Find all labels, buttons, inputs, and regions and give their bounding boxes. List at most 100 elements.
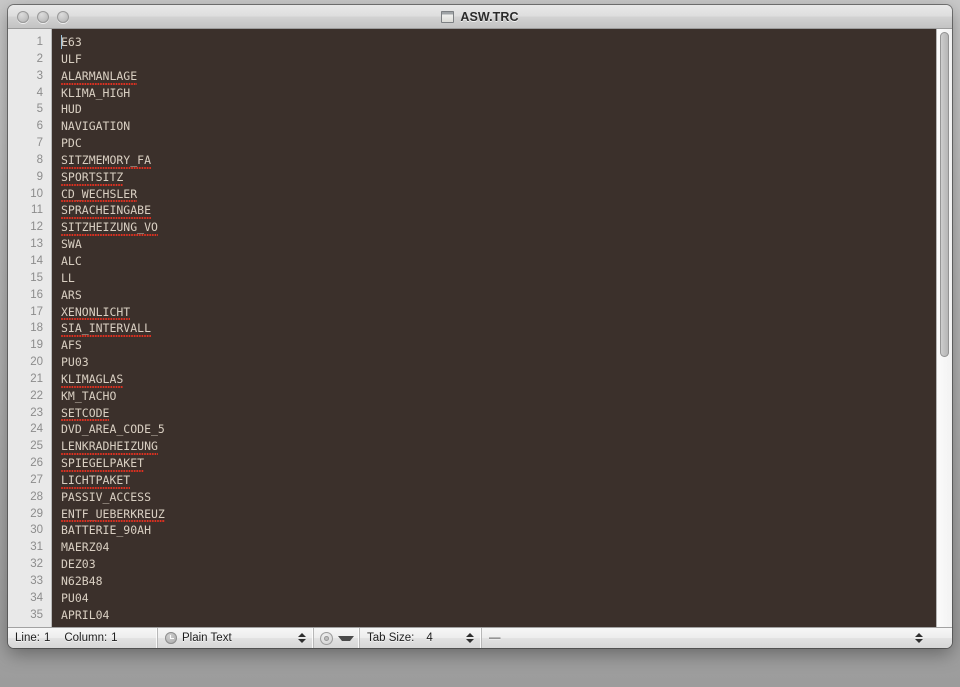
syntax-mode-value: Plain Text [182, 632, 232, 644]
code-line[interactable]: LICHTPAKET [61, 472, 936, 489]
code-line[interactable]: SITZMEMORY_FA [61, 152, 936, 169]
line-number: 29 [30, 507, 43, 520]
code-line[interactable]: DVD_AREA_CODE_5 [61, 421, 936, 438]
line-number: 1 [36, 36, 43, 48]
syntax-mode-selector[interactable]: Plain Text [158, 628, 314, 648]
tab-size-stepper[interactable] [465, 631, 474, 646]
line-number: 11 [31, 204, 43, 217]
document-icon [441, 10, 455, 23]
code-line[interactable]: SIA_INTERVALL [61, 320, 936, 338]
code-line[interactable]: KLIMA_HIGH [61, 85, 936, 102]
window-controls [17, 5, 69, 28]
code-line-text: PU03 [61, 355, 89, 370]
code-line[interactable]: PU03 [61, 354, 936, 371]
line-number: 17 [30, 305, 43, 318]
line-number: 34 [30, 591, 43, 604]
code-line-text: ULF [61, 51, 82, 66]
code-line-text: SPIEGELPAKET [61, 456, 145, 472]
code-line[interactable]: E63 [61, 34, 936, 51]
gear-icon[interactable] [320, 631, 333, 645]
line-number: 21 [30, 372, 43, 385]
minimize-button[interactable] [37, 10, 49, 23]
code-line[interactable]: KM_TACHO [61, 388, 936, 405]
editor-settings-menu[interactable] [314, 628, 360, 648]
tab-size-label: Tab Size: [367, 632, 415, 644]
clock-icon [165, 632, 177, 644]
code-line-text: DVD_AREA_CODE_5 [61, 422, 165, 437]
code-line[interactable]: PASSIV_ACCESS [61, 489, 936, 506]
code-line-text: NAVIGATION [61, 119, 131, 134]
code-line[interactable]: NAVIGATION [61, 118, 936, 135]
code-line-text: DEZ03 [61, 557, 96, 572]
code-line[interactable]: MAERZ04 [61, 539, 936, 556]
encoding-indicator[interactable]: — [482, 628, 952, 648]
code-line-text: SETCODE [61, 405, 110, 422]
tab-size-control[interactable]: Tab Size: 4 [360, 628, 482, 648]
code-line[interactable]: KLIMAGLAS [61, 371, 936, 388]
code-line[interactable]: XENONLICHT [61, 304, 936, 321]
code-line[interactable]: ARS [61, 287, 936, 304]
code-line[interactable]: HUD [61, 101, 936, 118]
code-line-text: KLIMA_HIGH [61, 85, 131, 100]
vertical-scrollbar-thumb[interactable] [940, 32, 949, 357]
line-number: 2 [36, 52, 43, 65]
line-number: 12 [30, 221, 43, 234]
code-line[interactable]: SWA [61, 236, 936, 253]
column-label: Column: [64, 632, 108, 644]
code-line[interactable]: ALC [61, 253, 936, 270]
line-number: 32 [30, 558, 43, 571]
code-line-text: LICHTPAKET [61, 472, 131, 489]
line-number: 22 [30, 389, 43, 402]
window-title-bar[interactable]: ASW.TRC [8, 5, 952, 29]
code-line[interactable]: LL [61, 270, 936, 287]
line-number: 9 [36, 170, 43, 183]
code-line-text: BATTERIE_90AH [61, 523, 152, 538]
code-line[interactable]: SETCODE [61, 405, 936, 422]
code-line[interactable]: CD_WECHSLER [61, 186, 936, 203]
code-line[interactable]: DEZ03 [61, 556, 936, 573]
line-number: 3 [36, 69, 43, 82]
line-number: 15 [30, 271, 43, 284]
vertical-scrollbar[interactable] [936, 29, 952, 627]
code-line[interactable]: BATTERIE_90AH [61, 522, 936, 539]
code-line[interactable]: LENKRADHEIZUNG [61, 438, 936, 455]
code-line-text: CD_WECHSLER [61, 186, 138, 203]
code-line[interactable]: SPRACHEINGABE [61, 202, 936, 220]
code-line-text: ALARMANLAGE [61, 68, 138, 85]
line-number: 24 [30, 423, 43, 436]
text-content-area[interactable]: E63 ULF ALARMANLAGE KLIMA_HIGH HUD NAVIGATION… [52, 29, 936, 627]
line-number: 13 [30, 238, 43, 251]
line-number: 8 [36, 153, 43, 166]
close-button[interactable] [17, 10, 29, 23]
code-line[interactable]: ALARMANLAGE [61, 68, 936, 85]
line-number: 16 [30, 288, 43, 301]
code-line[interactable]: APRIL04 [61, 607, 936, 624]
line-number: 27 [30, 473, 43, 486]
line-number: 28 [30, 490, 43, 503]
code-line[interactable]: PDC [61, 135, 936, 152]
code-line-text: SPRACHEINGABE [61, 203, 152, 220]
code-line[interactable]: ENTF_UEBERKREUZ [61, 506, 936, 523]
encoding-stepper[interactable] [914, 631, 923, 646]
code-line-text: KM_TACHO [61, 388, 117, 403]
code-line[interactable]: SITZHEIZUNG_VO [61, 219, 936, 236]
code-line[interactable]: SPIEGELPAKET [61, 455, 936, 472]
line-number: 18 [30, 322, 43, 335]
zoom-button[interactable] [57, 10, 69, 23]
editor-area: 1 2 3 4 5 6 7 8 9 10 11 12 13 14 15 16 17 18 19 20 21 22 23 24 2… [8, 29, 952, 627]
line-number: 5 [36, 103, 43, 116]
code-line[interactable]: ULF [61, 51, 936, 68]
line-number: 25 [30, 440, 43, 453]
code-line[interactable]: PU04 [61, 590, 936, 607]
code-line[interactable]: SPORTSITZ [61, 169, 936, 186]
code-line-text: SITZHEIZUNG_VO [61, 220, 158, 236]
tab-size-value: 4 [426, 632, 433, 644]
syntax-mode-stepper[interactable] [297, 631, 306, 646]
code-line-text: SITZMEMORY_FA [61, 152, 152, 169]
chevron-down-icon[interactable] [338, 635, 354, 641]
code-line[interactable]: AFS [61, 337, 936, 354]
code-line[interactable]: N62B48 [61, 573, 936, 590]
line-number: 35 [30, 608, 43, 621]
window-title: ASW.TRC [441, 10, 519, 24]
code-line-text: SWA [61, 237, 82, 252]
